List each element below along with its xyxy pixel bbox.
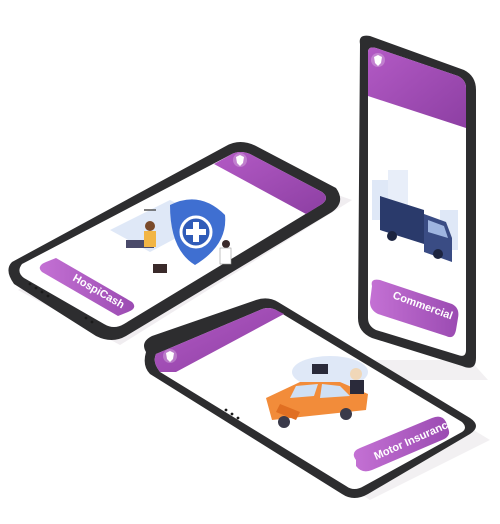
phone-hospicash: HospiCash bbox=[8, 142, 352, 345]
shield-heart-logo-icon bbox=[233, 153, 247, 167]
shield-heart-logo-icon bbox=[371, 53, 385, 67]
phones-mockup-scene: HospiCash Commercial Motor Insurance bbox=[8, 35, 490, 500]
shield-heart-logo-icon bbox=[163, 349, 177, 363]
phone-commercial: Commercial bbox=[358, 35, 488, 380]
